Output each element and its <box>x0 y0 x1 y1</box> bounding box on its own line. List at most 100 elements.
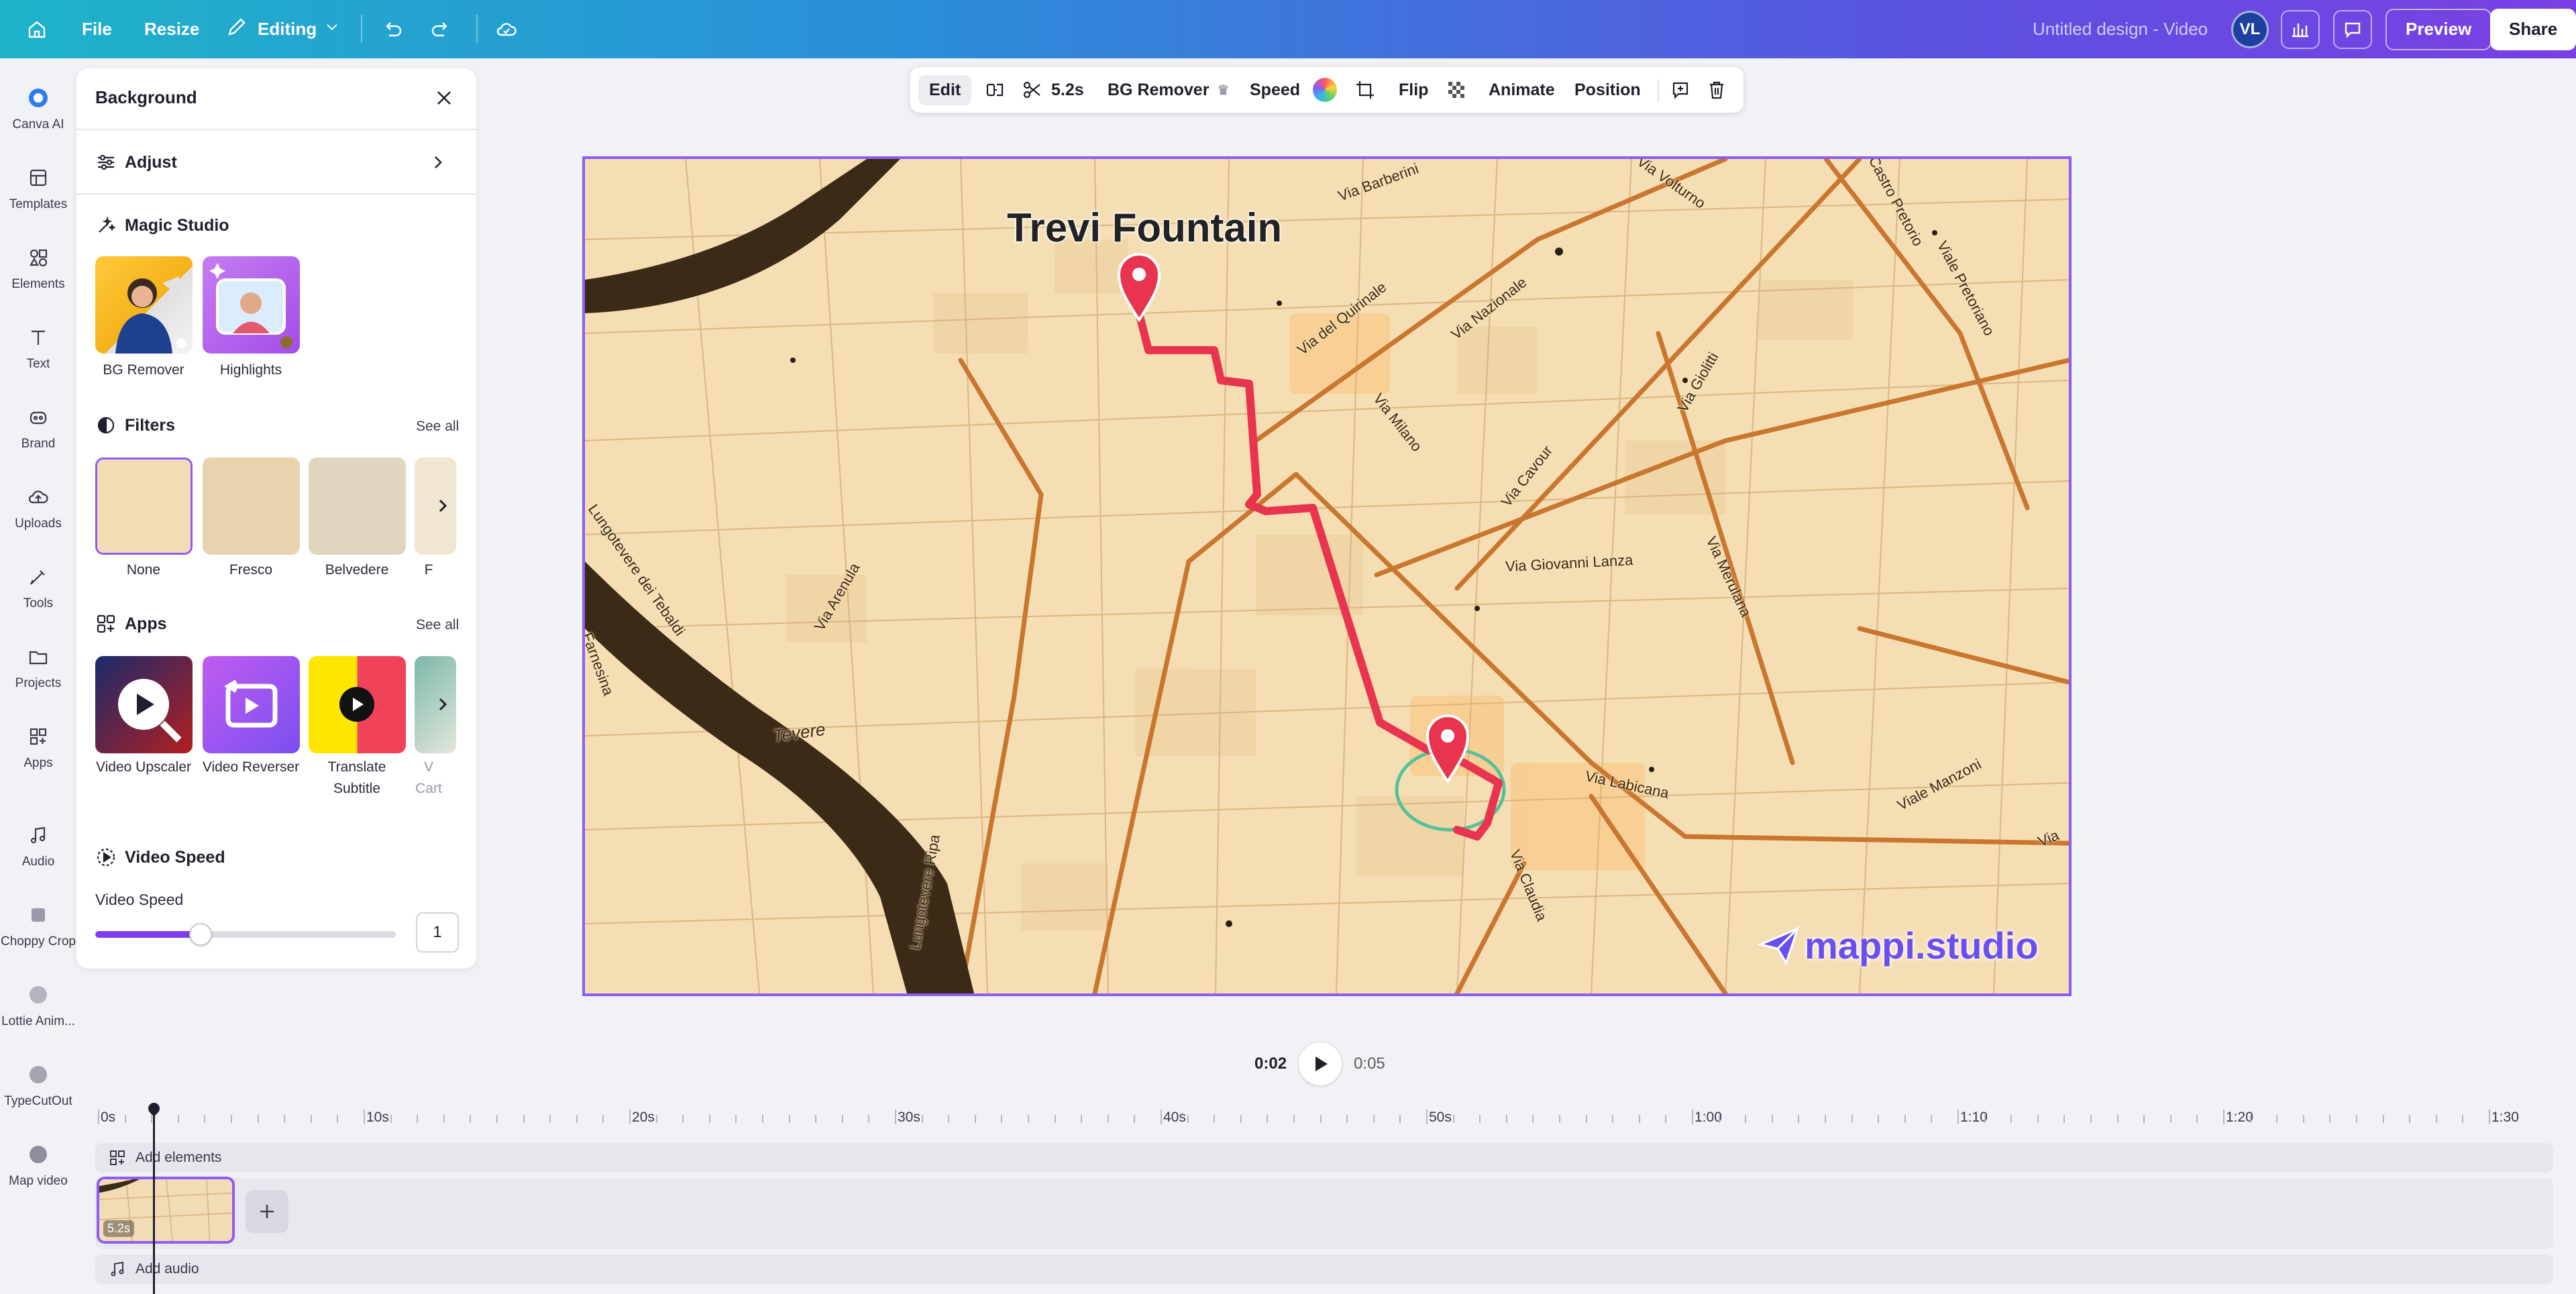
rail-item-choppy-crop[interactable]: Choppy Crop <box>0 900 76 949</box>
chevron-right-icon[interactable] <box>429 492 456 519</box>
timeline-minor-tick <box>2063 1115 2065 1123</box>
bg-remover-thumb[interactable] <box>95 256 193 354</box>
rail-label: Projects <box>15 676 62 690</box>
home-icon[interactable] <box>25 0 48 58</box>
video-speed-input[interactable]: 1 <box>416 912 459 953</box>
adjust-row[interactable]: Adjust <box>95 152 458 173</box>
add-audio-row[interactable]: Add audio <box>95 1260 199 1278</box>
animate-button[interactable]: Animate <box>1489 67 1555 113</box>
timeline-minor-tick <box>788 1115 790 1123</box>
position-button[interactable]: Position <box>1574 67 1641 113</box>
rail-item-text[interactable]: Text <box>0 322 76 372</box>
timeline-minor-tick <box>1771 1115 1773 1123</box>
color-picker-button[interactable] <box>1313 67 1337 113</box>
editing-mode-dropdown[interactable]: Editing <box>225 0 341 58</box>
current-time: 0:02 <box>1254 1055 1287 1073</box>
elements-icon <box>110 1150 125 1165</box>
rail-item-tools[interactable]: Tools <box>0 561 76 611</box>
rail-item-lottie[interactable]: Lottie Anim... <box>0 979 76 1029</box>
edit-button[interactable]: Edit <box>918 67 972 113</box>
highlights-thumb[interactable] <box>203 256 300 354</box>
rail-label: Map video <box>9 1174 68 1188</box>
templates-icon <box>23 162 54 193</box>
timeline-minor-tick <box>655 1115 657 1123</box>
elements-track[interactable]: Add elements <box>95 1143 2553 1173</box>
filter-belvedere-thumb[interactable] <box>309 457 406 555</box>
play-button[interactable] <box>1299 1042 1342 1085</box>
filters-see-all-link[interactable]: See all <box>416 419 459 435</box>
timeline-minor-tick <box>1001 1115 1003 1123</box>
timeline-minor-tick <box>1532 1115 1534 1123</box>
position-label: Position <box>1574 80 1641 99</box>
rail-item-uploads[interactable]: Uploads <box>0 482 76 531</box>
topbar-separator <box>476 15 478 43</box>
rail-item-elements[interactable]: Elements <box>0 242 76 292</box>
add-comment-icon[interactable] <box>1670 67 1691 113</box>
rail-item-canva-ai[interactable]: Canva AI <box>0 83 76 132</box>
timeline-minor-tick <box>1107 1115 1109 1123</box>
filter-label: Fresco <box>229 562 273 578</box>
slider-knob[interactable] <box>189 923 212 946</box>
rail-label: Choppy Crop <box>1 934 76 949</box>
chevron-right-icon[interactable] <box>429 691 456 718</box>
undo-icon[interactable] <box>381 0 404 58</box>
flip-button[interactable]: Flip <box>1399 67 1428 113</box>
timeline-minor-tick <box>2435 1115 2437 1123</box>
cloud-save-icon[interactable] <box>495 0 518 58</box>
left-rail: Canva AI Templates Elements Text Brand U… <box>0 58 76 1294</box>
apps-see-all-link[interactable]: See all <box>416 617 459 633</box>
rail-item-brand[interactable]: Brand <box>0 402 76 451</box>
rail-label: Audio <box>21 855 55 869</box>
video-clip[interactable]: 5.2s <box>97 1177 235 1244</box>
add-clip-button[interactable] <box>246 1190 288 1233</box>
timeline-minor-tick <box>1187 1115 1189 1123</box>
tools-icon <box>23 561 54 592</box>
add-elements-row[interactable]: Add elements <box>95 1149 221 1167</box>
rail-item-audio[interactable]: Audio <box>0 820 76 869</box>
playhead[interactable] <box>153 1106 155 1294</box>
split-icon[interactable] <box>984 67 1006 113</box>
timeline-minor-tick <box>1878 1115 1880 1123</box>
filter-none-thumb[interactable] <box>95 457 193 555</box>
insights-button[interactable] <box>2281 0 2320 58</box>
rail-item-projects[interactable]: Projects <box>0 641 76 691</box>
clip-duration: 5.2s <box>103 1220 135 1237</box>
app-video-reverser[interactable] <box>203 656 300 753</box>
user-avatar[interactable]: VL <box>2231 0 2269 58</box>
share-button[interactable]: Share <box>2490 0 2576 58</box>
preview-label: Preview <box>2385 8 2492 50</box>
timeline-tick <box>1957 1110 1959 1124</box>
transparency-icon[interactable] <box>1446 67 1467 113</box>
brand-icon <box>23 402 54 433</box>
crop-icon[interactable] <box>1354 67 1376 113</box>
app-video-upscaler[interactable] <box>95 656 193 753</box>
rail-item-typecutout[interactable]: TypeCutOut <box>0 1059 76 1109</box>
comments-button[interactable] <box>2333 0 2372 58</box>
timeline-minor-tick <box>602 1115 604 1123</box>
audio-track[interactable]: Add audio <box>95 1254 2553 1284</box>
watermark: mappi.studio <box>1758 924 2038 967</box>
speed-button[interactable]: Speed <box>1250 67 1300 113</box>
app-label: Video Upscaler <box>95 759 192 775</box>
trim-button[interactable]: 5.2s <box>1022 67 1084 113</box>
preview-button[interactable]: Preview <box>2385 0 2492 58</box>
timeline-minor-tick <box>1825 1115 1826 1123</box>
rail-item-map-video[interactable]: Map video <box>0 1139 76 1189</box>
resize-menu[interactable]: Resize <box>144 0 199 58</box>
adjust-label: Adjust <box>125 152 177 172</box>
redo-icon[interactable] <box>429 0 452 58</box>
close-icon[interactable] <box>432 86 456 110</box>
bg-remover-button[interactable]: BG Remover ♛ <box>1108 67 1229 113</box>
rail-item-templates[interactable]: Templates <box>0 162 76 212</box>
trash-icon[interactable] <box>1706 67 1727 113</box>
document-title[interactable]: Untitled design - Video <box>2033 0 2208 58</box>
timeline-tick <box>364 1110 365 1124</box>
video-speed-slider[interactable] <box>95 923 396 946</box>
rail-item-apps[interactable]: Apps <box>0 721 76 771</box>
filter-fresco-thumb[interactable] <box>203 457 300 555</box>
file-menu[interactable]: File <box>82 0 112 58</box>
design-canvas[interactable]: Trevi Fountain Via Barberini Via Volturn… <box>582 156 2072 996</box>
app-translate-subtitle[interactable] <box>309 656 406 753</box>
bg-remover-label: BG Remover <box>103 362 184 378</box>
timeline-minor-tick <box>337 1115 339 1123</box>
